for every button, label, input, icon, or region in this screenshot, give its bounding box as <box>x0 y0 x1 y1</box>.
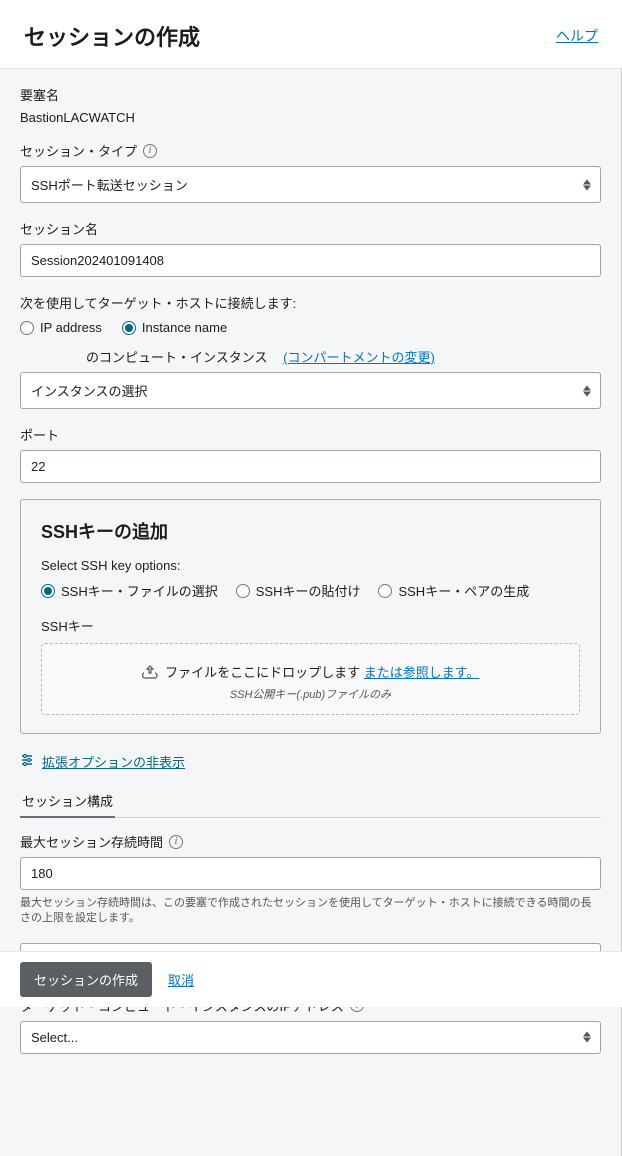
change-compartment-link[interactable]: (コンパートメントの変更) <box>283 347 435 366</box>
tab-session-config[interactable]: セッション構成 <box>20 785 115 818</box>
browse-files-link[interactable]: または参照します。 <box>364 665 480 680</box>
radio-instance-name[interactable]: Instance name <box>122 320 227 335</box>
ttl-help-text: 最大セッション存続時間は、この要塞で作成されたセッションを使用してターゲット・ホ… <box>20 896 601 927</box>
info-icon[interactable]: i <box>143 144 157 158</box>
dropzone-subtext: SSH公開キー(.pub)ファイルのみ <box>54 686 567 702</box>
ttl-input[interactable] <box>20 857 601 890</box>
session-type-label: セッション・タイプ <box>20 141 137 160</box>
dropzone-text: ファイルをここにドロップします <box>165 665 364 680</box>
session-type-select[interactable]: SSHポート転送セッション <box>20 166 601 203</box>
port-label: ポート <box>20 425 601 444</box>
info-icon[interactable]: i <box>169 835 183 849</box>
ssh-options-label: Select SSH key options: <box>41 558 580 573</box>
dialog-footer: セッションの作成 取消 <box>0 951 622 1007</box>
ttl-label: 最大セッション存続時間 <box>20 832 163 851</box>
radio-icon <box>41 584 55 598</box>
radio-ssh-choose-label: SSHキー・ファイルの選択 <box>61 581 218 600</box>
session-name-label: セッション名 <box>20 219 601 238</box>
radio-icon <box>122 321 136 335</box>
ssh-key-dropzone[interactable]: ファイルをここにドロップします または参照します。 SSH公開キー(.pub)フ… <box>41 643 580 715</box>
session-type-value: SSHポート転送セッション <box>31 178 188 193</box>
compute-instance-suffix: のコンピュート・インスタンス <box>86 347 267 366</box>
advanced-toggle-label: 拡張オプションの非表示 <box>42 752 185 771</box>
cancel-button[interactable]: 取消 <box>168 970 194 989</box>
bastion-name-value: BastionLACWATCH <box>20 110 601 125</box>
ssh-key-title: SSHキーの追加 <box>41 518 580 544</box>
help-link[interactable]: ヘルプ <box>556 26 598 46</box>
radio-ssh-paste[interactable]: SSHキーの貼付け <box>236 581 361 600</box>
ssh-key-field-label: SSHキー <box>41 616 580 635</box>
page-title: セッションの作成 <box>24 20 200 52</box>
radio-ip-address[interactable]: IP address <box>20 320 102 335</box>
radio-ip-label: IP address <box>40 320 102 335</box>
radio-ssh-choose-file[interactable]: SSHキー・ファイルの選択 <box>41 581 218 600</box>
ssh-key-section: SSHキーの追加 Select SSH key options: SSHキー・フ… <box>20 499 601 734</box>
advanced-options-toggle[interactable]: 拡張オプションの非表示 <box>20 752 601 771</box>
compartment-name-blank <box>20 356 80 357</box>
radio-ssh-generate-label: SSHキー・ペアの生成 <box>398 581 529 600</box>
radio-icon <box>20 321 34 335</box>
bastion-name-label: 要塞名 <box>20 85 601 104</box>
connect-method-label: 次を使用してターゲット・ホストに接続します: <box>20 293 601 312</box>
compute-instance-placeholder: インスタンスの選択 <box>31 384 147 399</box>
radio-ssh-paste-label: SSHキーの貼付け <box>256 581 361 600</box>
radio-instance-label: Instance name <box>142 320 227 335</box>
radio-ssh-generate[interactable]: SSHキー・ペアの生成 <box>378 581 529 600</box>
radio-icon <box>236 584 250 598</box>
session-name-input[interactable] <box>20 244 601 277</box>
create-session-button[interactable]: セッションの作成 <box>20 962 152 997</box>
port-input[interactable] <box>20 450 601 483</box>
target-ip-select[interactable]: Select... <box>20 1021 601 1054</box>
upload-icon <box>142 665 158 682</box>
radio-icon <box>378 584 392 598</box>
compute-instance-select[interactable]: インスタンスの選択 <box>20 372 601 409</box>
dialog-header: セッションの作成 ヘルプ <box>0 0 622 69</box>
target-ip-placeholder: Select... <box>31 1030 78 1045</box>
settings-icon <box>20 753 34 770</box>
